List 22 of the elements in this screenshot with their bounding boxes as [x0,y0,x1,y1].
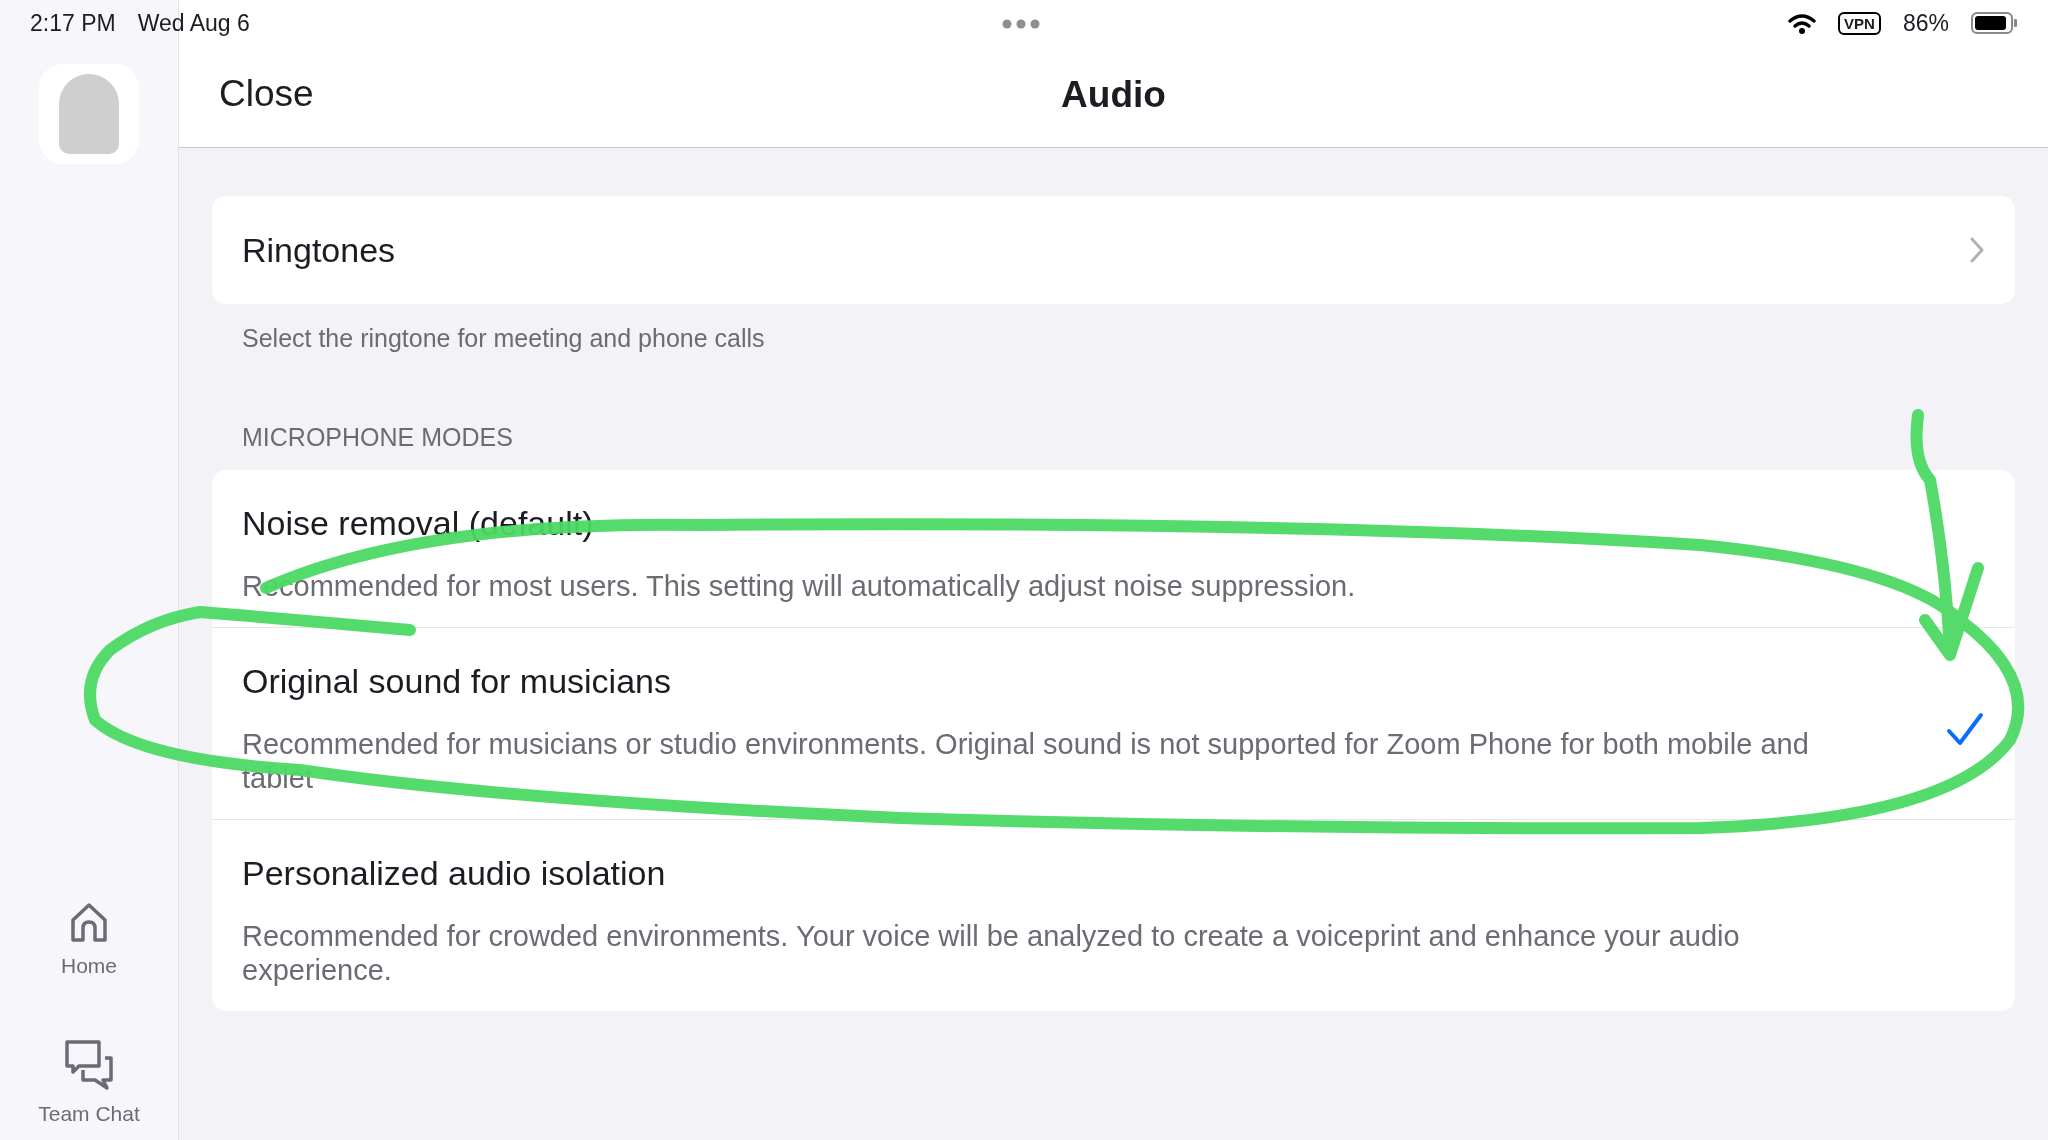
close-button[interactable]: Close [219,72,314,115]
option-description: Recommended for crowded environments. Your voice will be analyzed to create a voiceprint and enhance your audio experience. [242,919,1741,987]
avatar[interactable] [39,64,139,164]
caption-text: Select the ringtone for meeting and phone calls [241,323,766,353]
option-title: Personalized audio isolation [242,854,667,893]
vpn-badge: VPN [1838,11,1881,35]
wifi-icon [1788,11,1817,35]
chat-bubbles-icon [63,1038,115,1092]
section-heading: MICROPHONE MODES [241,422,514,453]
option-row[interactable]: Personalized audio isolation Recommended for crowded environments. Your voice will be analyzed to create a voiceprint and enhance your audio experience. [212,819,2015,1011]
battery-percent: 86% [1902,9,1949,37]
sidebar-item[interactable]: Team Chat [38,1038,140,1126]
ringtones-row[interactable]: Ringtones [212,196,2015,304]
status-time: 2:17 PM [30,9,116,37]
multitask-dots-icon [1002,19,1040,29]
page-title: Audio [1061,74,1166,116]
status-date: Wed Aug 6 [137,9,250,37]
battery-icon [1971,12,2018,34]
chevron-right-icon [1969,236,1985,264]
row-title: Ringtones [242,230,396,270]
option-title: Original sound for musicians [242,662,672,701]
sidebar-item[interactable]: Home [61,900,117,978]
